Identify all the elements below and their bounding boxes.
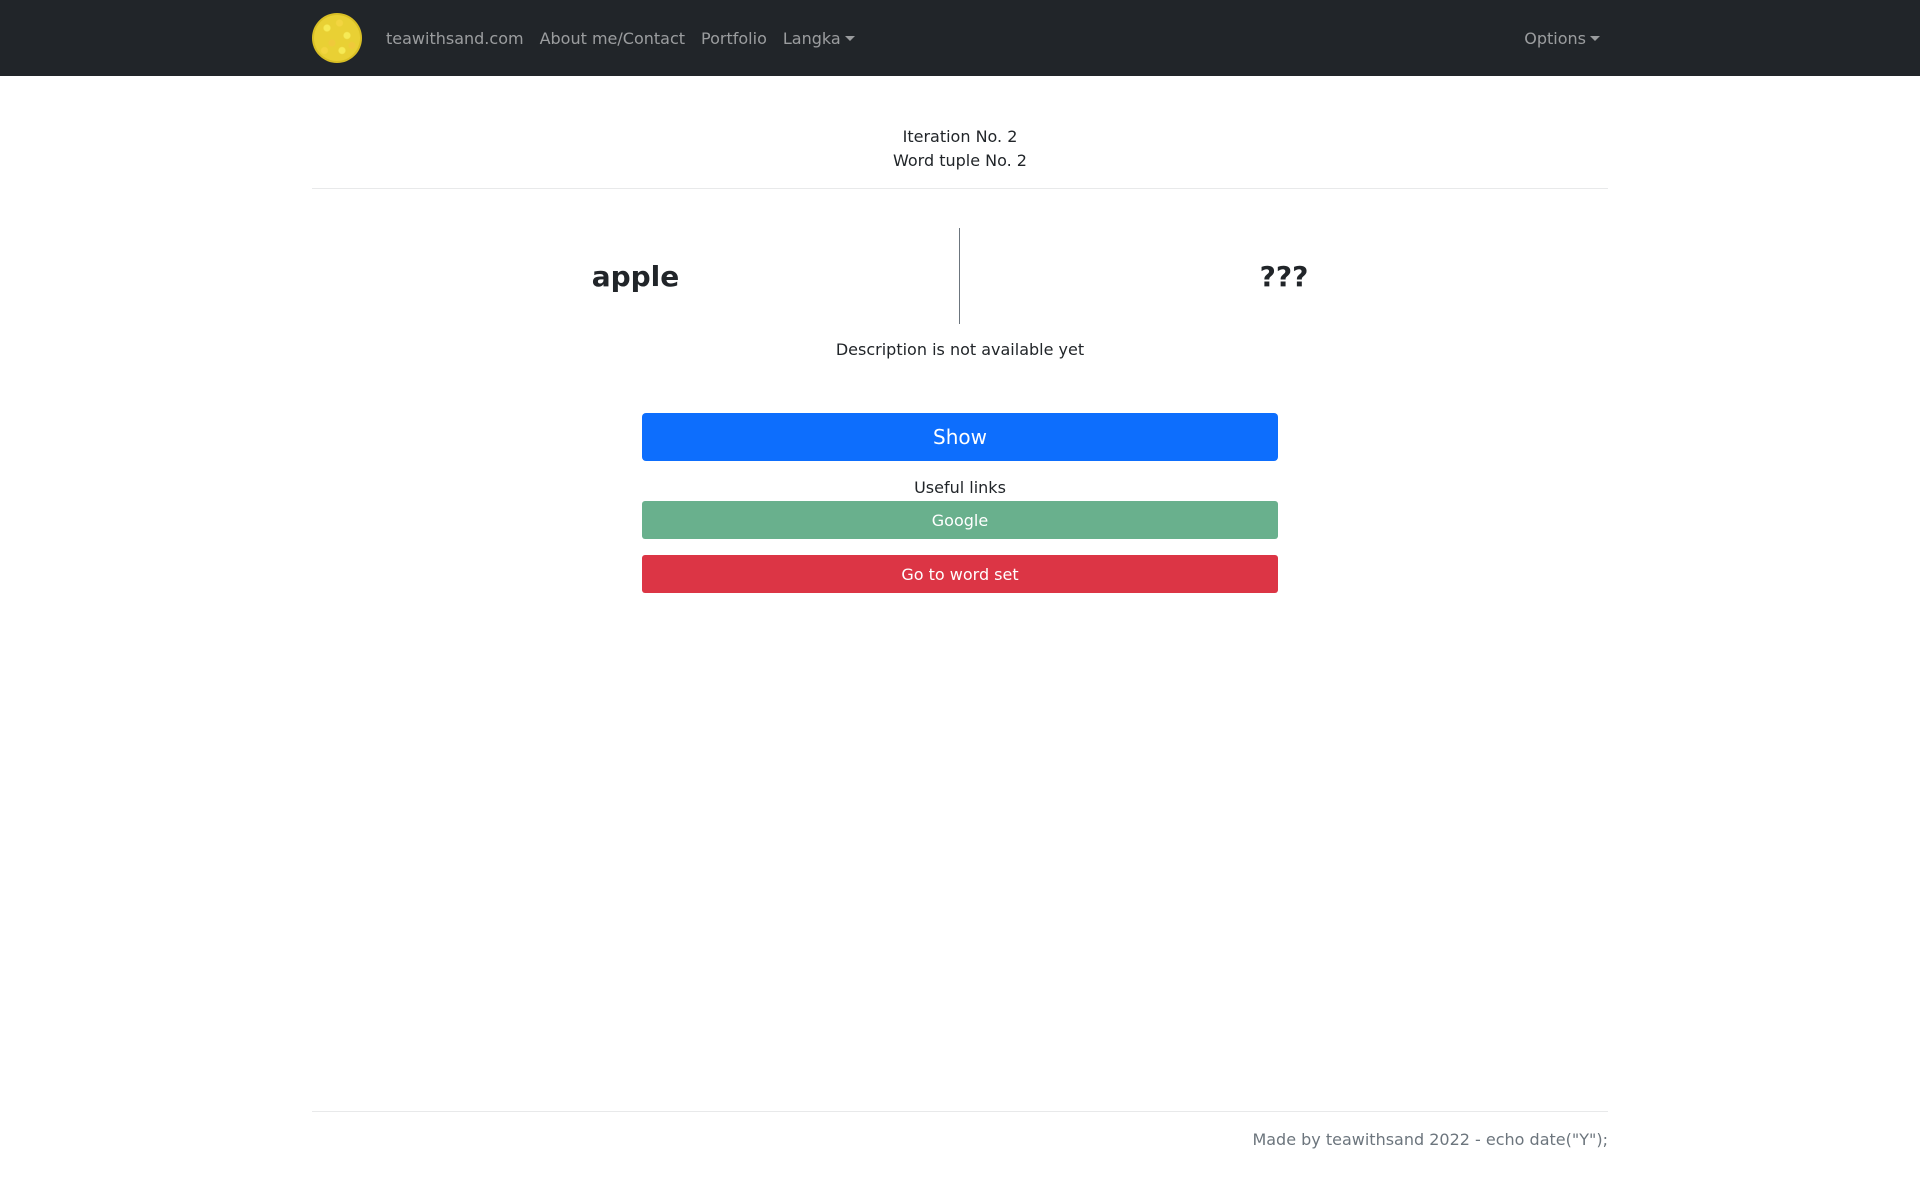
description-text: Description is not available yet [835,340,1085,359]
nav-dropdown-langka[interactable]: Langka [783,29,855,48]
nav-link-home[interactable]: teawithsand.com [386,29,524,48]
word-pair: apple ??? [312,228,1608,324]
nav-link-portfolio[interactable]: Portfolio [701,29,767,48]
source-word: apple [312,228,960,324]
useful-links-label: Useful links [914,478,1006,497]
iteration-label: Iteration No. 2 [902,127,1018,146]
hidden-translation: ??? [1259,259,1309,293]
footer-divider [312,1111,1608,1112]
divider [312,188,1608,189]
progress-info: Iteration No. 2 Word tuple No. 2 [312,125,1608,173]
show-button[interactable]: Show [642,413,1278,461]
go-to-word-set-button[interactable]: Go to word set [642,555,1278,593]
nav-links: teawithsand.com About me/Contact Portfol… [386,0,871,76]
google-button[interactable]: Google [642,501,1278,539]
options-dropdown[interactable]: Options [1524,0,1600,76]
navbar: teawithsand.com About me/Contact Portfol… [0,0,1920,76]
grapefruit-logo-icon[interactable] [312,13,362,63]
nav-link-about[interactable]: About me/Contact [540,29,685,48]
footer-text: Made by teawithsand 2022 - echo date("Y"… [1252,1130,1608,1149]
word-tuple-label: Word tuple No. 2 [893,151,1027,170]
navbar-container: teawithsand.com About me/Contact Portfol… [312,0,1608,76]
